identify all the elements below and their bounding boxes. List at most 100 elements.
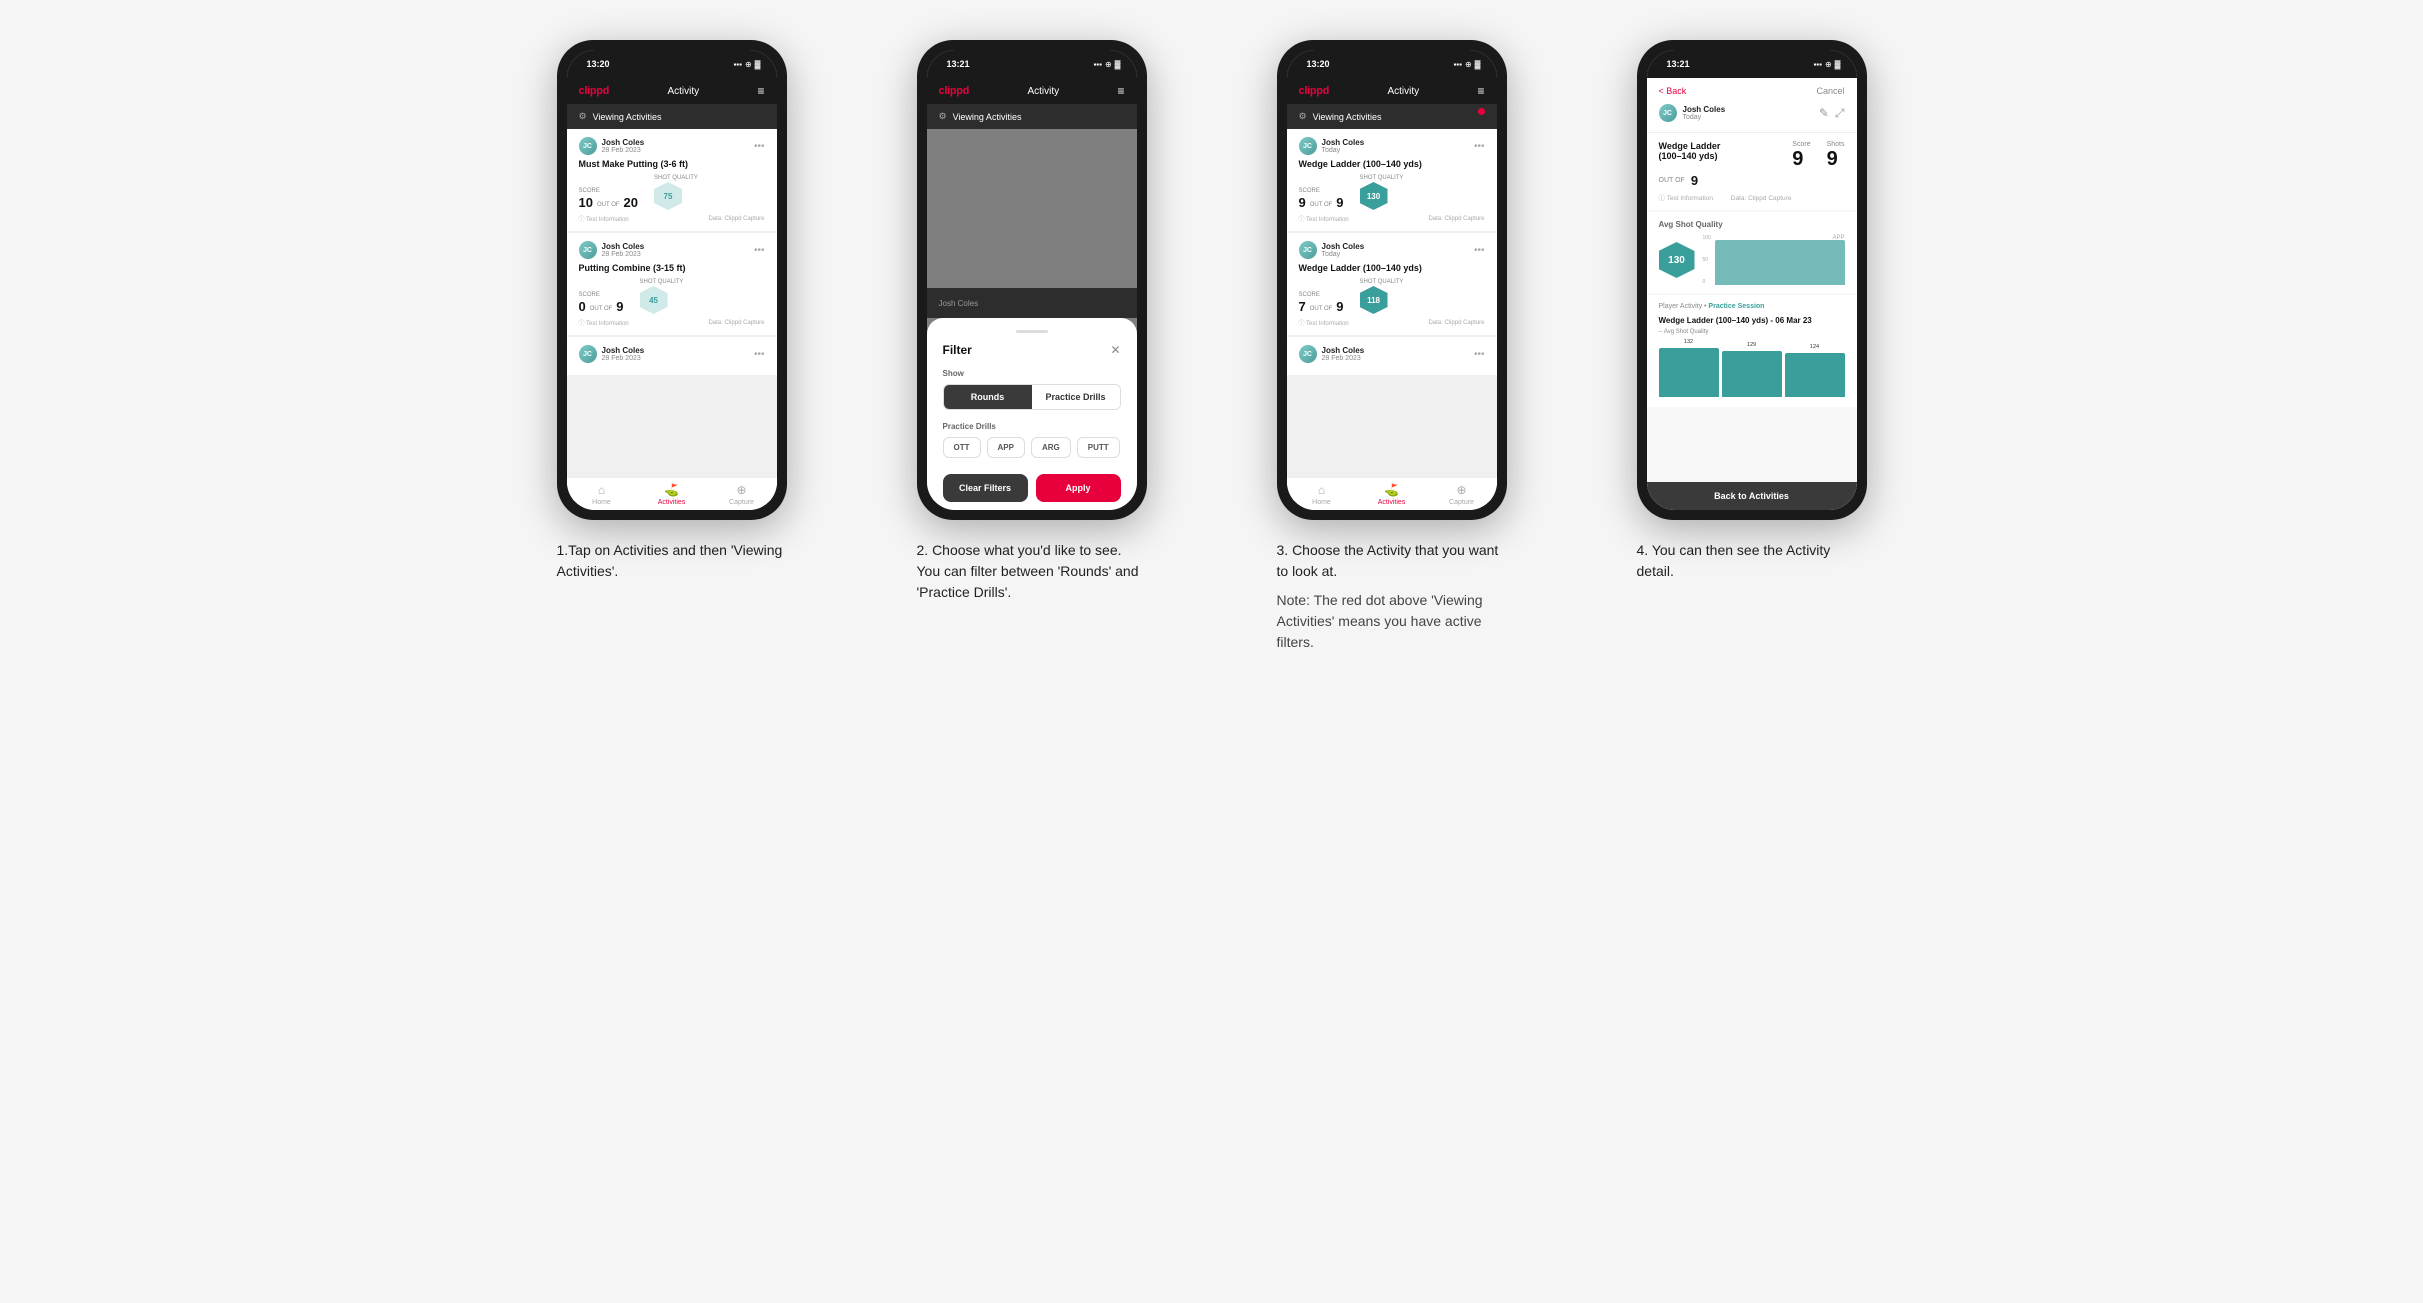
score-val-1-1: 10: [579, 195, 593, 210]
home-icon-1: ⌂: [598, 483, 605, 497]
user-date-3-2: Today: [1322, 251, 1365, 258]
shots-val-1-2: 9: [616, 299, 623, 314]
clear-filters-button[interactable]: Clear Filters: [943, 474, 1028, 502]
filter-header: Filter ✕: [943, 343, 1121, 357]
app-menu-icon-1[interactable]: ≡: [757, 84, 764, 98]
battery-icon-3: ▓: [1475, 60, 1481, 69]
score-stat-1-1: Score 10 OUT OF 20: [579, 188, 639, 210]
session-bar-1: 132: [1659, 348, 1719, 397]
card-dots-1-1[interactable]: •••: [754, 141, 765, 152]
chip-ott[interactable]: OTT: [943, 437, 981, 458]
capture-icon-1: ⊕: [736, 483, 746, 497]
user-name-1-3: Josh Coles: [602, 346, 645, 355]
user-info-3-2: Josh Coles Today: [1322, 242, 1365, 258]
app-header-1: clippd Activity ≡: [567, 78, 777, 104]
quality-stat-1-1: Shot Quality 75: [654, 175, 698, 210]
nav-activities-1[interactable]: ⛳ Activities: [637, 483, 707, 506]
card-dots-1-3[interactable]: •••: [754, 349, 765, 360]
viewing-banner-1[interactable]: ⚙ Viewing Activities: [567, 104, 777, 129]
test-info-3-1: ⓘ Test Information: [1299, 214, 1349, 223]
score-shots-row-3-2: 7 OUT OF 9: [1299, 299, 1344, 314]
app-header-3: clippd Activity ≡: [1287, 78, 1497, 104]
step-3-text-1: 3. Choose the Activity that you want to …: [1277, 540, 1507, 582]
card-footer-3-2: ⓘ Test Information Data: Clippd Capture: [1299, 318, 1485, 327]
nav-home-label-1: Home: [592, 499, 611, 506]
detail-user-info: JC Josh Coles Today: [1659, 104, 1726, 122]
phone-notch-1: [632, 50, 712, 72]
practice-drills-button[interactable]: Practice Drills: [1032, 385, 1120, 409]
user-info-4: Josh Coles Today: [1683, 105, 1726, 121]
quality-stat-3-2: Shot Quality 118: [1360, 279, 1404, 314]
avatar-3-3: JC: [1299, 345, 1317, 363]
rounds-button[interactable]: Rounds: [944, 385, 1032, 409]
phone-2: 13:21 ▪▪▪ ⊕ ▓ clippd Activity ≡ ⚙ Viewin…: [917, 40, 1147, 520]
nav-capture-3[interactable]: ⊕ Capture: [1427, 483, 1497, 506]
signal-icon-3: ▪▪▪: [1453, 60, 1462, 69]
score-stat-1-2: Score 0 OUT OF 9: [579, 292, 624, 314]
nav-home-3[interactable]: ⌂ Home: [1287, 483, 1357, 506]
user-name-1-1: Josh Coles: [602, 138, 645, 147]
activity-card-1-3[interactable]: JC Josh Coles 28 Feb 2023 •••: [567, 337, 777, 375]
score-label-3-2: Score: [1299, 292, 1344, 298]
back-button[interactable]: < Back: [1659, 86, 1687, 96]
phone-screen-4: 13:21 ▪▪▪ ⊕ ▓ < Back Cancel JC: [1647, 50, 1857, 510]
app-title-2: Activity: [1027, 86, 1059, 97]
app-logo-1: clippd: [579, 85, 610, 97]
activities-icon-3: ⛳: [1384, 483, 1399, 497]
card-dots-1-2[interactable]: •••: [754, 245, 765, 256]
avg-quality-title: Avg Shot Quality: [1659, 220, 1845, 229]
score-label-1-1: Score: [579, 188, 639, 194]
nav-activities-label-3: Activities: [1378, 499, 1406, 506]
data-source-3-2: Data: Clippd Capture: [1428, 320, 1484, 326]
nav-home-1[interactable]: ⌂ Home: [567, 483, 637, 506]
nav-activities-label-1: Activities: [658, 499, 686, 506]
activity-card-3-1[interactable]: JC Josh Coles Today ••• Wedge Ladder (10…: [1287, 129, 1497, 231]
back-to-activities-btn[interactable]: Back to Activities: [1647, 482, 1857, 510]
app-menu-icon-3[interactable]: ≡: [1477, 84, 1484, 98]
apply-button[interactable]: Apply: [1036, 474, 1121, 502]
test-info-3-2: ⓘ Test Information: [1299, 318, 1349, 327]
viewing-banner-3[interactable]: ⚙ Viewing Activities: [1287, 104, 1497, 129]
card-header-1-3: JC Josh Coles 28 Feb 2023 •••: [579, 345, 765, 363]
nav-capture-1[interactable]: ⊕ Capture: [707, 483, 777, 506]
activity-card-1-2[interactable]: JC Josh Coles 28 Feb 2023 ••• Putting Co…: [567, 233, 777, 335]
step-2-description: 2. Choose what you'd like to see. You ca…: [917, 540, 1147, 603]
quality-stat-3-1: Shot Quality 130: [1360, 175, 1404, 210]
session-bar-label-3: 124: [1810, 344, 1819, 350]
score-shots-cols: Score 9 Shots 9: [1792, 141, 1844, 171]
filter-handle: [1016, 330, 1048, 333]
card-dots-3-3[interactable]: •••: [1474, 349, 1485, 360]
edit-icon[interactable]: ✎: [1819, 106, 1829, 121]
detail-content: Wedge Ladder(100–140 yds) Score 9 Shots …: [1647, 133, 1857, 510]
card-footer-1-1: ⓘ Test Information Data: Clippd Capture: [579, 214, 765, 223]
viewing-banner-2[interactable]: ⚙ Viewing Activities: [927, 104, 1137, 129]
quality-badge-1-2: 45: [640, 286, 668, 314]
shots-col-val: 9: [1827, 148, 1845, 171]
step-2-text: 2. Choose what you'd like to see. You ca…: [917, 540, 1147, 603]
score-header-row: Wedge Ladder(100–140 yds) Score 9 Shots …: [1659, 141, 1845, 171]
bottom-nav-1: ⌂ Home ⛳ Activities ⊕ Capture: [567, 477, 777, 510]
expand-icon[interactable]: ⤢: [1835, 106, 1845, 121]
chip-putt[interactable]: PUTT: [1077, 437, 1120, 458]
score-stat-3-1: Score 9 OUT OF 9: [1299, 188, 1344, 210]
nav-activities-3[interactable]: ⛳ Activities: [1357, 483, 1427, 506]
step-3-text-2: Note: The red dot above 'Viewing Activit…: [1277, 590, 1507, 653]
app-menu-icon-2[interactable]: ≡: [1117, 84, 1124, 98]
quality-badge-3-1: 130: [1360, 182, 1388, 210]
status-time-1: 13:20: [587, 59, 610, 69]
cancel-button[interactable]: Cancel: [1816, 86, 1844, 96]
card-dots-3-1[interactable]: •••: [1474, 141, 1485, 152]
activity-card-3-3[interactable]: JC Josh Coles 28 Feb 2023 •••: [1287, 337, 1497, 375]
activity-card-3-2[interactable]: JC Josh Coles Today ••• Wedge Ladder (10…: [1287, 233, 1497, 335]
filter-close-icon[interactable]: ✕: [1110, 343, 1120, 357]
practice-drills-label: Practice Drills: [943, 422, 1121, 431]
activity-card-1-1[interactable]: JC Josh Coles 28 Feb 2023 ••• Must Make …: [567, 129, 777, 231]
score-val-3-2: 7: [1299, 299, 1306, 314]
filter-icon-1: ⚙: [579, 111, 587, 122]
chip-app[interactable]: APP: [987, 437, 1025, 458]
card-dots-3-2[interactable]: •••: [1474, 245, 1485, 256]
step-1-text: 1.Tap on Activities and then 'Viewing Ac…: [557, 540, 787, 582]
chip-arg[interactable]: ARG: [1031, 437, 1071, 458]
step-4-col: 13:21 ▪▪▪ ⊕ ▓ < Back Cancel JC: [1592, 40, 1912, 582]
phone-notch-3: [1352, 50, 1432, 72]
